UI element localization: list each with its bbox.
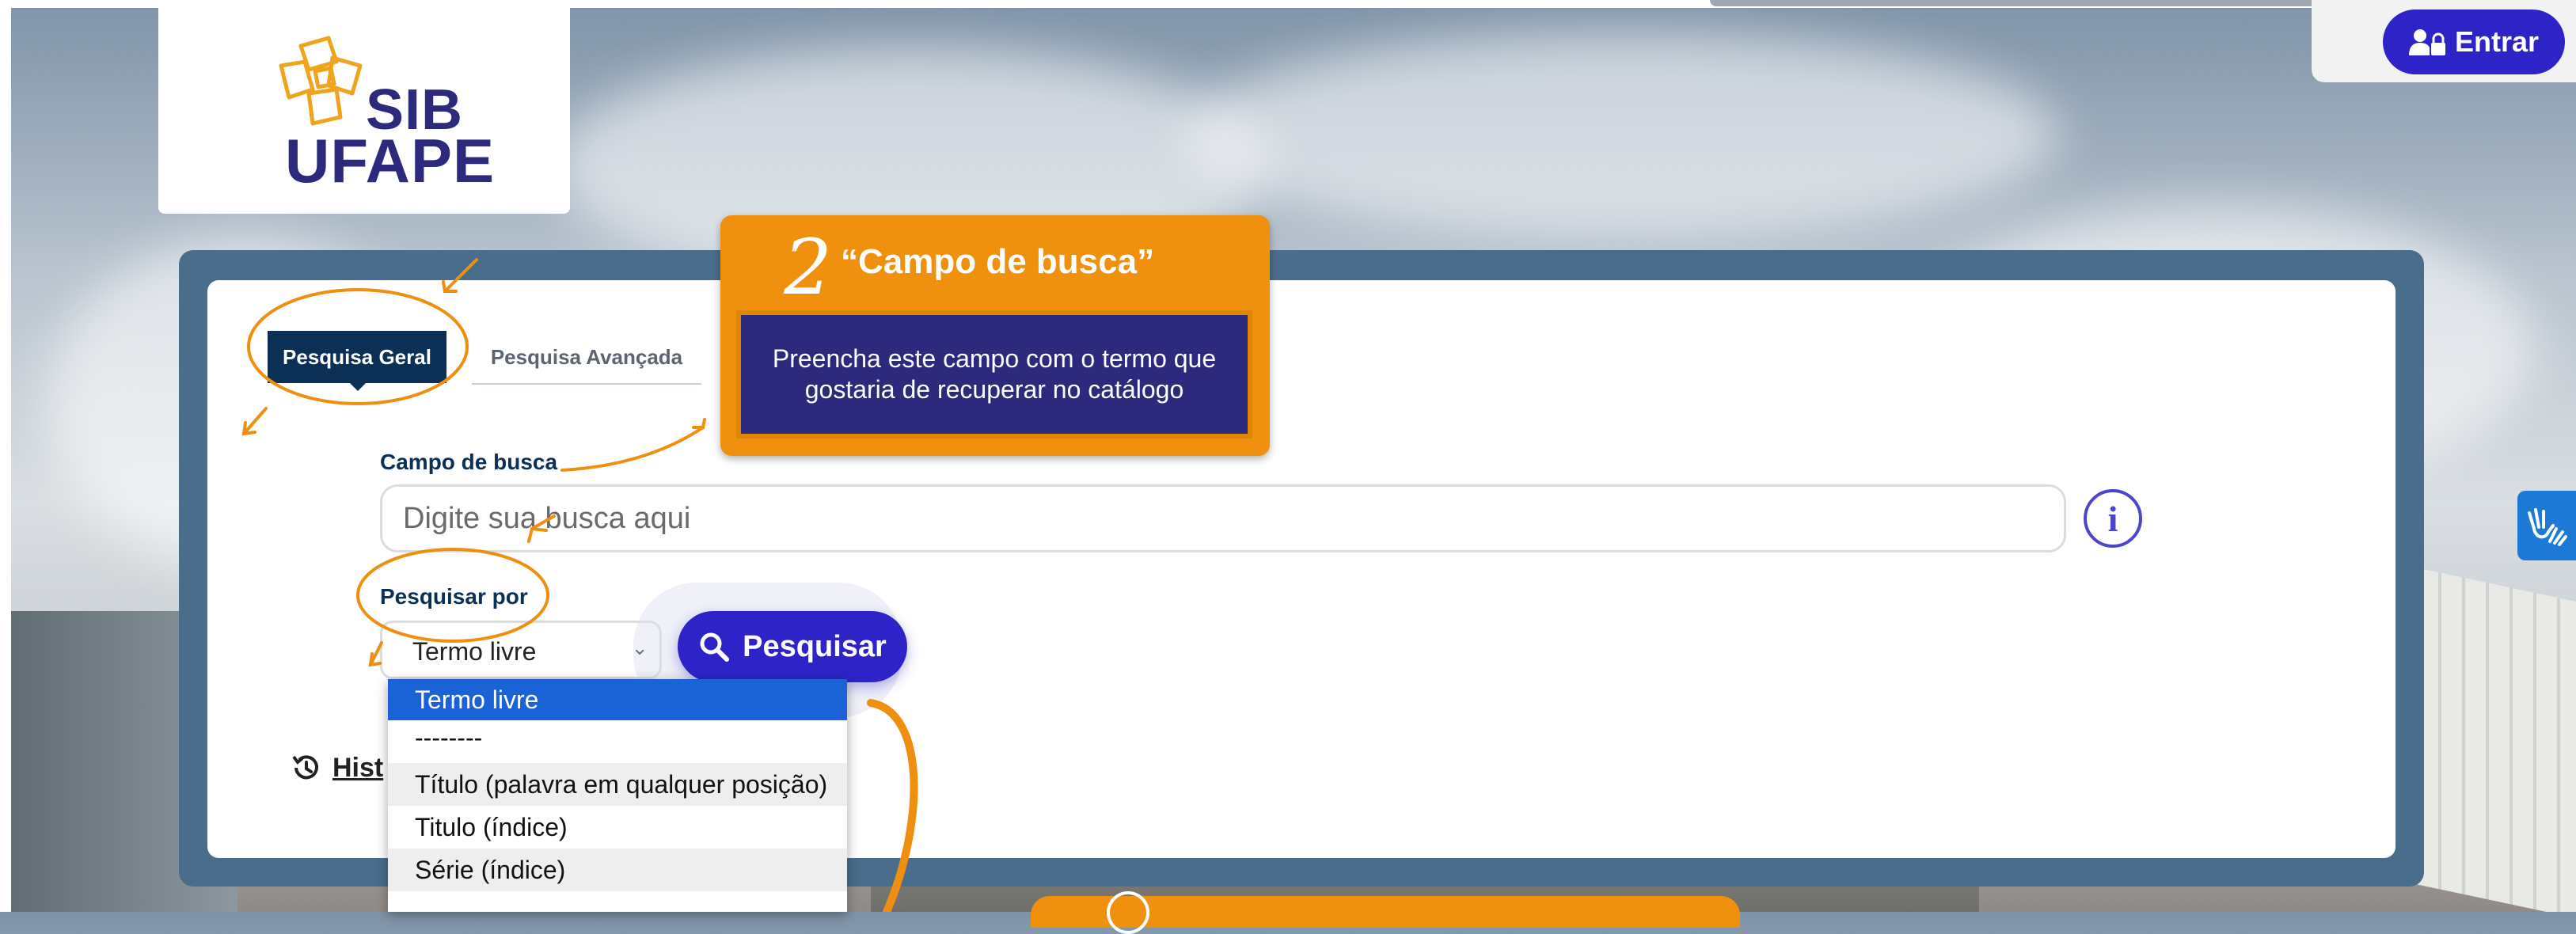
tutorial-callout: 2 “Campo de busca” Preencha este campo c… (720, 215, 1270, 456)
search-field-label: Campo de busca (380, 450, 558, 474)
dropdown-option[interactable]: Série (índice) (388, 849, 847, 891)
tab-pesquisa-avancada[interactable]: Pesquisa Avançada (472, 331, 701, 385)
tutorial-callout-next (1031, 891, 1740, 934)
tutorial-step-badge (1107, 891, 1149, 934)
history-link[interactable]: Hist (290, 752, 383, 784)
logo-text-ufape: UFAPE (285, 126, 496, 196)
search-button[interactable]: Pesquisar (678, 611, 907, 682)
dropdown-separator: -------- (415, 723, 483, 752)
search-by-selected-value: Termo livre (412, 637, 537, 666)
login-button[interactable]: Entrar (2383, 9, 2565, 74)
history-label: Hist (332, 752, 384, 783)
dropdown-option[interactable]: Título (palavra em qualquer posição) (388, 763, 847, 806)
search-button-label: Pesquisar (743, 629, 887, 663)
sign-language-hands-icon (2528, 508, 2567, 546)
user-lock-icon (2408, 29, 2445, 55)
search-by-select[interactable]: Termo livre ⌄ (380, 621, 662, 679)
tutorial-description: Preencha este campo com o termo que gost… (736, 310, 1252, 439)
page-edge (0, 0, 11, 912)
tab-pesquisa-geral[interactable]: Pesquisa Geral (268, 331, 446, 391)
search-by-label: Pesquisar por (380, 584, 528, 609)
history-clock-icon (292, 755, 318, 780)
dropdown-option[interactable]: Titulo (índice) (388, 806, 847, 849)
top-bar (1710, 0, 2391, 6)
sib-logo-icon (279, 36, 363, 126)
login-label: Entrar (2454, 25, 2540, 58)
search-input[interactable] (380, 484, 2066, 552)
tutorial-title: “Campo de busca” (841, 242, 1155, 281)
magnifier-icon (700, 632, 730, 662)
search-by-dropdown[interactable]: Termo livre -------- Título (palavra em … (388, 679, 847, 912)
accessibility-button[interactable] (2517, 491, 2576, 560)
site-logo[interactable]: SIB UFAPE (158, 0, 570, 214)
tutorial-step-number: 2 (784, 223, 833, 312)
dropdown-option[interactable]: Termo livre (388, 679, 847, 720)
info-icon[interactable]: i (2084, 489, 2142, 548)
